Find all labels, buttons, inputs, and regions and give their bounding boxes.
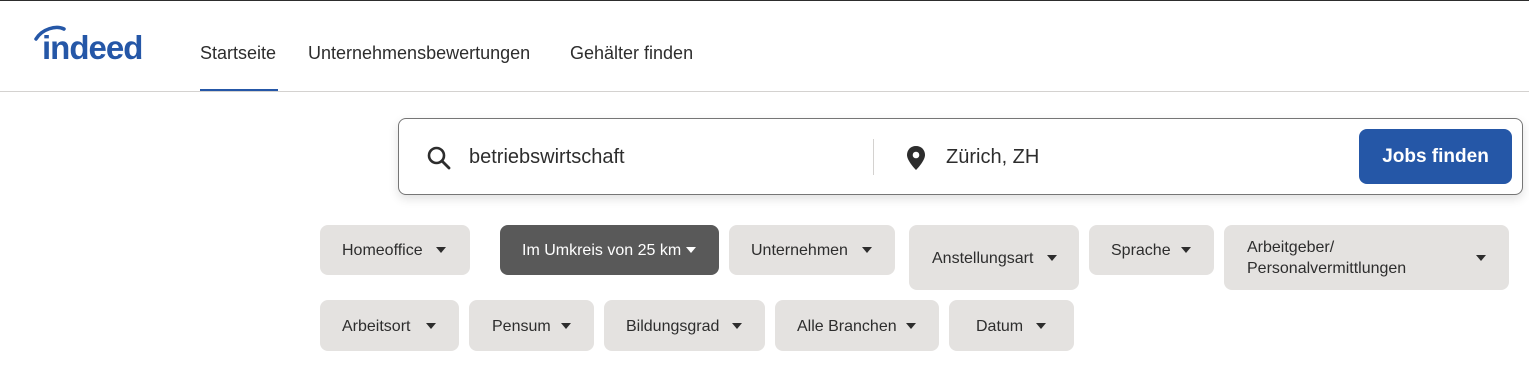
filter-anstellungsart[interactable]: Anstellungsart — [909, 225, 1079, 290]
filter-datum[interactable]: Datum — [949, 300, 1074, 351]
indeed-logo-icon: indeed — [34, 25, 143, 66]
nav-unternehmensbewertungen[interactable]: Unternehmensbewertungen — [308, 43, 530, 91]
filter-bildungsgrad[interactable]: Bildungsgrad — [604, 300, 765, 351]
filter-unternehmen[interactable]: Unternehmen — [729, 225, 895, 275]
filter-label-line2: Personalvermittlungen — [1247, 260, 1407, 277]
nav-gehaelter-finden[interactable]: Gehälter finden — [570, 43, 693, 91]
search-divider — [873, 139, 874, 175]
filter-label: Bildungsgrad — [626, 318, 720, 335]
filter-label: Arbeitgeber/ Personalvermittlungen — [1247, 237, 1467, 279]
what-search-input[interactable] — [469, 141, 869, 173]
filter-label: Datum — [976, 318, 1024, 335]
find-jobs-button[interactable]: Jobs finden — [1359, 129, 1512, 184]
filter-label: Anstellungsart — [932, 250, 1034, 267]
search-icon — [427, 146, 451, 170]
filter-label-line1: Arbeitgeber/ — [1247, 239, 1335, 256]
caret-down-icon — [732, 323, 742, 329]
caret-down-icon — [686, 247, 696, 253]
indeed-logo[interactable]: indeed — [34, 25, 168, 69]
filter-arbeitgeber-personalvermittlungen[interactable]: Arbeitgeber/ Personalvermittlungen — [1224, 225, 1509, 290]
caret-down-icon — [906, 323, 916, 329]
filter-sprache[interactable]: Sprache — [1089, 225, 1214, 275]
filter-label: Pensum — [492, 318, 551, 335]
filter-umkreis[interactable]: Im Umkreis von 25 km — [500, 225, 719, 275]
caret-down-icon — [1047, 255, 1057, 261]
caret-down-icon — [561, 323, 571, 329]
filter-label: Unternehmen — [751, 242, 848, 259]
filter-label: Sprache — [1111, 242, 1171, 259]
filter-homeoffice[interactable]: Homeoffice — [320, 225, 470, 275]
filter-arbeitsort[interactable]: Arbeitsort — [320, 300, 459, 351]
caret-down-icon — [436, 247, 446, 253]
caret-down-icon — [862, 247, 872, 253]
filter-label: Im Umkreis von 25 km — [522, 242, 682, 259]
filter-alle-branchen[interactable]: Alle Branchen — [775, 300, 939, 351]
filter-label: Alle Branchen — [797, 318, 897, 335]
caret-down-icon — [1181, 247, 1191, 253]
nav-startseite[interactable]: Startseite — [200, 43, 278, 91]
top-header: indeed Startseite Unternehmensbewertunge… — [0, 1, 1529, 92]
location-pin-icon — [907, 146, 925, 170]
filter-label: Homeoffice — [342, 242, 423, 259]
svg-text:indeed: indeed — [42, 29, 142, 66]
where-location-input[interactable] — [946, 141, 1346, 173]
caret-down-icon — [1476, 255, 1486, 261]
caret-down-icon — [426, 323, 436, 329]
filter-pensum[interactable]: Pensum — [469, 300, 594, 351]
caret-down-icon — [1036, 323, 1046, 329]
job-search-bar: Jobs finden — [398, 118, 1523, 195]
filter-label: Arbeitsort — [342, 318, 411, 335]
